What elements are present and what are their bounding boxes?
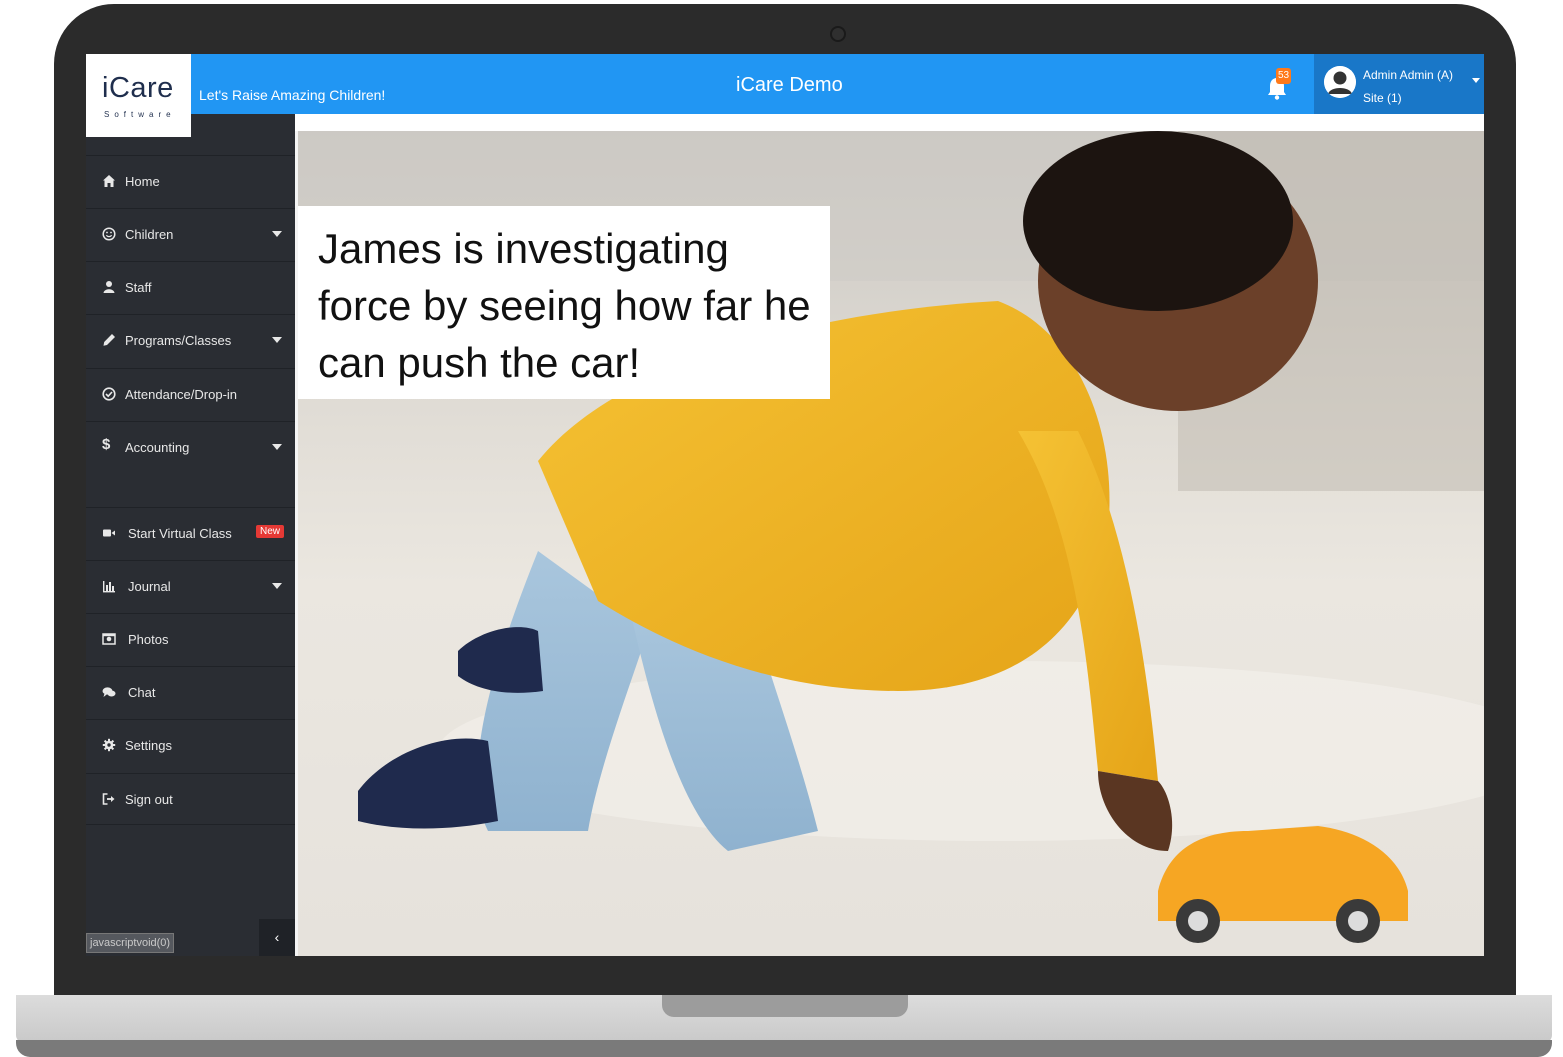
bar-chart-icon [103,581,115,593]
sidebar-item-children[interactable]: Children [86,208,295,260]
caret-down-icon [272,337,282,343]
status-bar-tooltip: javascriptvoid(0) [86,933,175,953]
logo[interactable]: iCare Software [86,54,191,137]
chat-icon [102,687,116,697]
sidebar-item-settings[interactable]: Settings [86,719,295,771]
laptop-notch [662,995,908,1017]
sidebar-item-label: Start Virtual Class [128,526,232,541]
home-icon [103,175,115,187]
sidebar-item-home[interactable]: Home [86,155,295,207]
sidebar-item-label: Photos [128,632,169,647]
caret-down-icon [272,231,282,237]
check-circle-icon [102,387,116,401]
sidebar-item-programs-classes[interactable]: Programs/Classes [86,314,295,366]
sidebar-item-label: Home [125,174,160,189]
sidebar-item-label: Children [125,227,174,242]
user-icon [103,281,115,293]
logo-subtext: Software [104,110,176,119]
laptop-base-bottom [16,1040,1552,1057]
caption-text: James is investigating force by seeing h… [318,225,811,386]
tagline: Let's Raise Amazing Children! [199,87,386,103]
sidebar-item-label: Staff [125,280,152,295]
new-badge: New [256,525,285,538]
sidebar-item-journal[interactable]: Journal [86,560,295,612]
sidebar-item-staff[interactable]: Staff [86,261,295,313]
main-content: James is investigating force by seeing h… [295,114,1484,956]
sidebar-item-label: Settings [125,738,172,753]
sidebar-item-chat[interactable]: Chat [86,666,295,718]
pencil-icon [103,334,115,346]
avatar [1324,66,1356,98]
sign-out-icon [102,793,115,805]
content-header-strip [295,114,1484,131]
caret-down-icon [272,583,282,589]
video-icon [103,529,115,537]
photo-caption: James is investigating force by seeing h… [298,206,830,399]
photo-icon [102,633,116,645]
user-name: Admin Admin (A) [1363,68,1454,82]
sidebar-item-label: Attendance/Drop-in [125,387,238,402]
sidebar-item-label: Accounting [125,440,190,455]
app-title: iCare Demo [736,74,843,96]
notification-badge: 53 [1276,68,1292,84]
sidebar-item-start-virtual-class[interactable]: Start Virtual Class New [86,507,295,559]
sidebar-item-accounting[interactable]: $ Accounting [86,421,295,473]
sidebar-item-label: Sign out [125,792,173,807]
user-menu[interactable]: Admin Admin (A) Site (1) [1314,54,1484,114]
dollar-icon: $ [102,436,111,453]
sidebar-item-label: Programs/Classes [125,333,232,348]
caret-down-icon [272,444,282,450]
sidebar-item-sign-out[interactable]: Sign out [86,773,295,825]
top-bar: Let's Raise Amazing Children! iCare Demo… [86,54,1484,114]
sidebar-item-label: Journal [128,579,171,594]
chevron-down-icon [1472,78,1480,83]
sidebar-item-attendance[interactable]: Attendance/Drop-in [86,368,295,420]
smiley-icon [102,227,116,241]
logo-text: iCare [102,72,174,104]
sidebar: Home Children Staff Programs/Classes Att… [86,137,295,956]
sidebar-item-photos[interactable]: Photos [86,613,295,665]
user-site: Site (1) [1363,91,1402,105]
sidebar-collapse-button[interactable]: ‹ [259,919,295,956]
sidebar-item-label: Chat [128,685,156,700]
app-screen: Let's Raise Amazing Children! iCare Demo… [86,54,1484,956]
gear-icon [102,738,116,752]
camera-icon [830,26,846,42]
